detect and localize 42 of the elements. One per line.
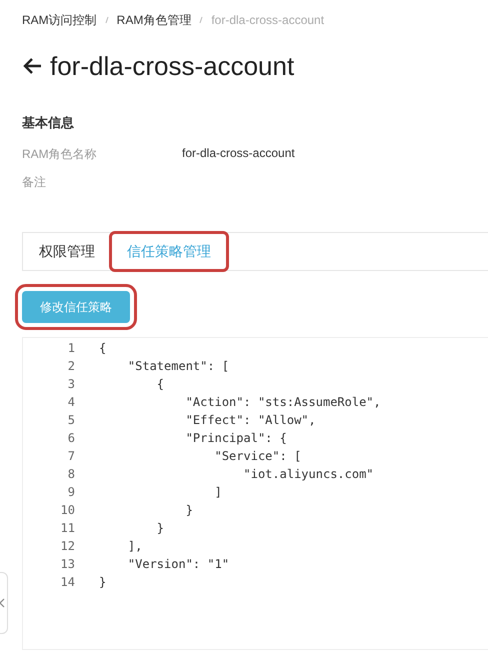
line-number: 12 (60, 539, 76, 553)
line-number: 4 (66, 395, 76, 409)
code-line: "Version": "1" (126, 557, 230, 571)
code-line: "Statement": [ (126, 359, 230, 373)
code-line: } (99, 575, 106, 589)
line-number: 1 (66, 341, 76, 355)
field-label: 备注 (22, 174, 47, 188)
line-number: 10 (60, 503, 76, 517)
line-number: 3 (66, 377, 76, 391)
line-number: 2 (66, 359, 76, 373)
tab[interactable]: 权限管理 (23, 233, 111, 270)
section-heading: 基本信息 (22, 114, 75, 132)
code-line: ], (126, 539, 142, 553)
field-value: for-dla-cross-account (182, 146, 295, 160)
line-number: 7 (66, 449, 76, 463)
breadcrumb-item: for-dla-cross-account (211, 13, 324, 27)
line-number: 8 (66, 467, 76, 481)
breadcrumb-separator (199, 16, 204, 24)
line-number: 11 (60, 521, 76, 535)
page-title: for-dla-cross-account (50, 50, 294, 82)
field-label: RAM角色名称 (22, 146, 98, 160)
breadcrumb-item[interactable]: RAM角色管理 (116, 12, 192, 28)
back-arrow-icon[interactable] (22, 57, 42, 75)
code-line: "Effect": "Allow", (184, 413, 316, 427)
code-line: ] (214, 485, 222, 499)
line-number: 5 (66, 413, 76, 427)
breadcrumb-item[interactable]: RAM访问控制 (22, 12, 97, 28)
code-editor[interactable]: 1 { 2 "Statement": [ 3 { 4 "Action": "sts:AssumeRole", 5 "Effect": "Allow", 6 "Principal": { 7 "Service": [ 8 "iot.aliyuncs.com" 9 ] 10 } 11 } 12 ], 13 "Version": "1" 14 } (22, 337, 488, 650)
breadcrumb-separator (104, 16, 109, 24)
line-number: 9 (66, 485, 76, 499)
line-number: 13 (60, 557, 76, 571)
code-line: "Principal": { (184, 431, 287, 445)
code-line: { (99, 341, 106, 355)
code-line: { (156, 377, 164, 391)
line-number: 14 (60, 575, 76, 589)
code-line: } (156, 521, 164, 535)
code-line: "Service": [ (214, 449, 302, 463)
code-line: "Action": "sts:AssumeRole", (184, 395, 381, 409)
line-number: 6 (66, 431, 76, 445)
code-line: "iot.aliyuncs.com" (242, 467, 374, 481)
code-line: } (184, 503, 193, 517)
chevron-left-icon (0, 598, 5, 608)
